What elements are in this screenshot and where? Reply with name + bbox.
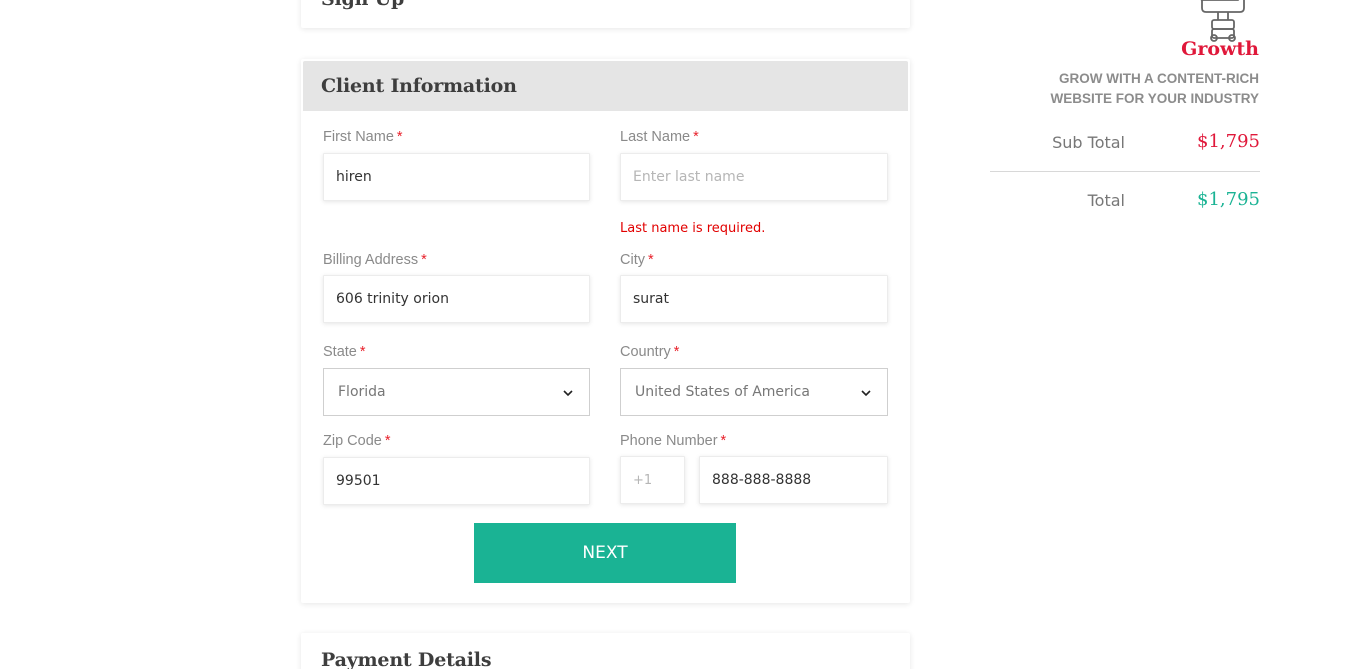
zip-code-input[interactable]: 99501	[323, 457, 590, 505]
zip-code-label: Zip Code *	[323, 433, 391, 449]
first-name-input[interactable]: hiren	[323, 153, 590, 201]
last-name-error: Last name is required.	[620, 221, 766, 236]
required-marker: *	[647, 252, 654, 268]
city-input[interactable]: surat	[620, 275, 888, 323]
chevron-down-icon	[563, 390, 573, 397]
client-information-title: Client Information	[321, 75, 517, 97]
last-name-input[interactable]: Enter last name	[620, 153, 888, 201]
phone-number-label: Phone Number *	[620, 433, 727, 449]
required-marker: *	[384, 433, 391, 449]
sub-total-value: $1,795	[1197, 131, 1260, 152]
phone-number-input[interactable]: 888-888-8888	[699, 456, 888, 504]
billing-address-input[interactable]: 606 trinity orion	[323, 275, 590, 323]
signup-card: Sign Up	[301, 0, 910, 28]
required-marker: *	[421, 252, 427, 268]
country-label: Country *	[620, 344, 680, 360]
required-marker: *	[693, 129, 699, 145]
payment-details-title: Payment Details	[321, 649, 492, 669]
total-value: $1,795	[1197, 189, 1260, 210]
city-label: City *	[620, 252, 654, 268]
plan-name: Growth	[1181, 38, 1259, 60]
state-label: State *	[323, 344, 366, 360]
required-marker: *	[359, 344, 366, 360]
required-marker: *	[396, 129, 403, 145]
sub-total-label: Sub Total	[1052, 133, 1125, 152]
plan-description-line-2: WEBSITE FOR YOUR INDUSTRY	[1050, 91, 1259, 106]
total-label: Total	[1087, 191, 1125, 210]
first-name-label: First Name *	[323, 129, 403, 145]
last-name-label: Last Name *	[620, 129, 699, 145]
payment-details-card: Payment Details	[301, 633, 910, 669]
plan-description-line-1: GROW WITH A CONTENT-RICH	[1059, 71, 1259, 86]
signup-title: Sign Up	[321, 0, 404, 10]
required-marker: *	[673, 344, 680, 360]
client-information-card: Client Information First Name * hiren Las…	[301, 59, 910, 603]
required-marker: *	[720, 433, 727, 449]
country-select[interactable]: United States of America	[620, 368, 888, 416]
phone-country-code-input[interactable]: +1	[620, 456, 685, 504]
chevron-down-icon	[861, 390, 871, 397]
state-selected-value: Florida	[338, 384, 386, 400]
client-information-header: Client Information	[303, 61, 908, 111]
country-selected-value: United States of America	[635, 384, 810, 400]
plan-description: GROW WITH A CONTENT-RICH WEBSITE FOR YOU…	[999, 69, 1259, 109]
next-button[interactable]: NEXT	[474, 523, 736, 583]
cart-icon	[1200, 0, 1245, 42]
summary-divider	[990, 171, 1260, 172]
billing-address-label: Billing Address *	[323, 252, 427, 268]
state-select[interactable]: Florida	[323, 368, 590, 416]
